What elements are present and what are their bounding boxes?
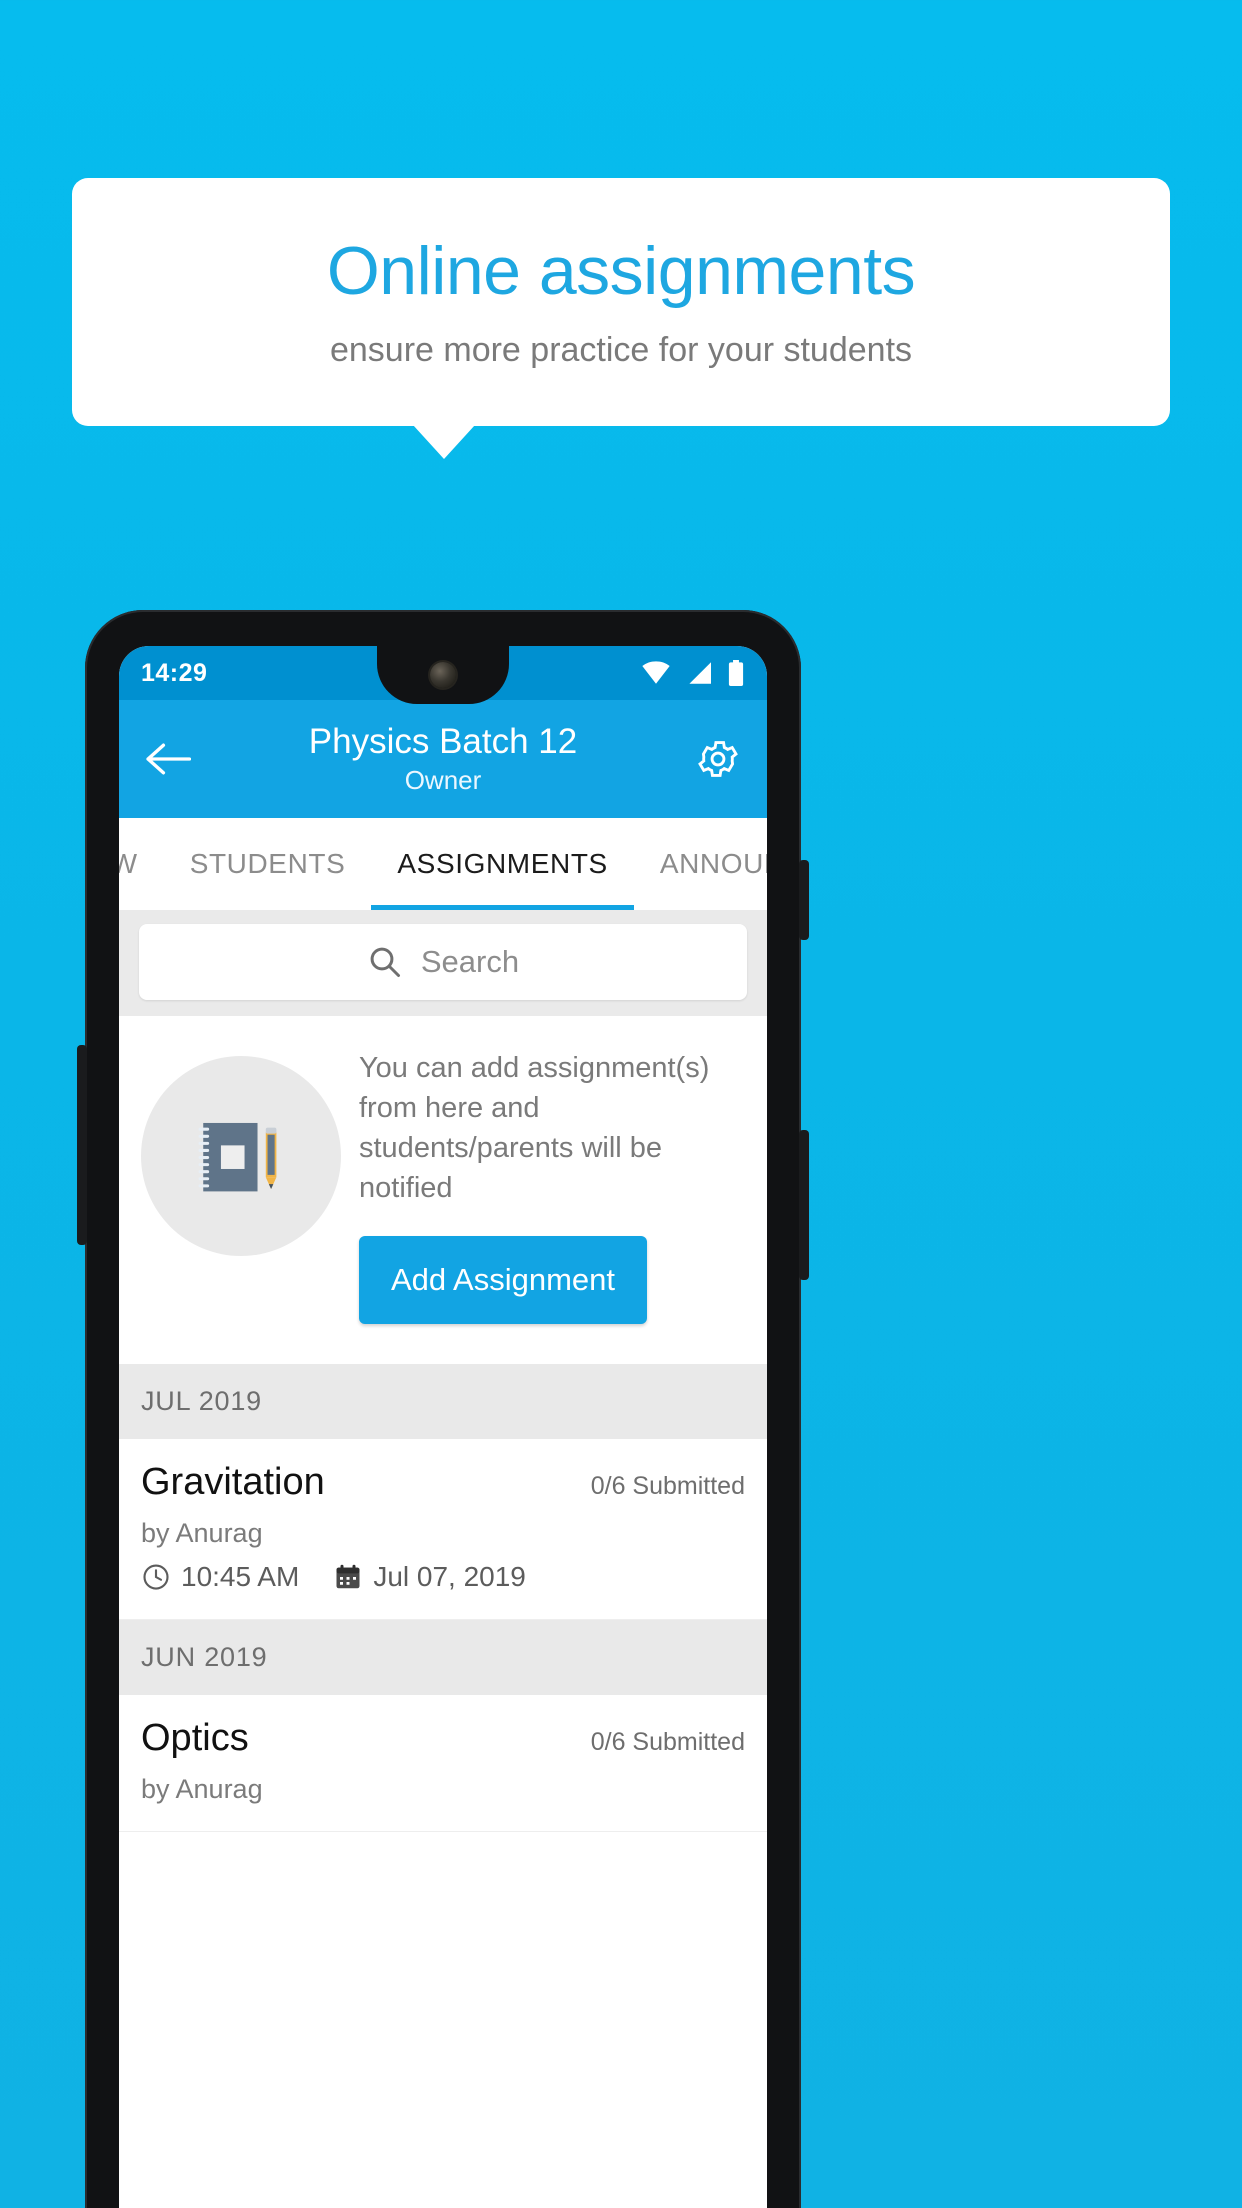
promo-subtitle: ensure more practice for your students [329,330,913,369]
add-assignment-button[interactable]: Add Assignment [359,1236,648,1325]
front-camera-icon [430,662,456,688]
table-row[interactable]: Optics 0/6 Submitted by Anurag [119,1695,767,1833]
assignment-author: by Anurag [141,1774,263,1805]
empty-state-message: You can add assignment(s) from here and … [359,1052,710,1205]
month-header-jul: JUL 2019 [119,1364,767,1440]
empty-state: You can add assignment(s) from here and … [119,1016,767,1365]
clock-icon [141,1562,171,1592]
assignment-meta: 10:45 AM Jul 07, 2019 [141,1561,745,1593]
assignment-title: Gravitation [141,1461,325,1504]
phone-notch [377,646,509,704]
tab-bar[interactable]: IEW STUDENTS ASSIGNMENTS ANNOUNCEMENTS [119,818,767,910]
search-section: Search [119,910,767,1016]
page-title: Physics Batch 12 [308,721,578,761]
tab-announcements[interactable]: ANNOUNCEMENTS [634,818,767,910]
search-input[interactable]: Search [139,924,747,1000]
wifi-icon [641,661,671,685]
promo-bubble-tail [413,425,475,459]
phone-power-button [799,860,809,940]
app-bar: Physics Batch 12 Owner [119,700,767,818]
signal-icon [685,661,713,685]
page-subtitle: Owner [404,765,482,796]
search-placeholder: Search [420,944,520,979]
month-header-jun: JUN 2019 [119,1620,767,1696]
tab-students[interactable]: STUDENTS [164,818,372,910]
phone-mockup: 14:29 Physics Batch 12 Owner W STUDENTS … [77,610,809,2208]
notebook-pencil-icon [182,1097,300,1215]
calendar-icon [333,1562,363,1592]
submission-status: 0/6 Submitted [590,1472,745,1501]
tab-assignments[interactable]: ASSIGNMENTS [371,818,635,910]
assignment-row-header: Optics 0/6 Submitted [141,1717,745,1760]
promo-bubble: Online assignments ensure more practice … [72,178,1170,426]
gear-icon[interactable] [695,736,741,782]
assignment-date: Jul 07, 2019 [373,1561,526,1593]
phone-side-button-left [77,1045,87,1245]
search-icon [367,944,403,980]
submission-status: 0/6 Submitted [590,1728,745,1757]
assignment-time: 10:45 AM [181,1561,300,1593]
tab-overview[interactable]: IEW [119,818,164,910]
empty-state-illustration [141,1056,341,1256]
status-bar-icons [641,660,745,686]
table-row[interactable]: Gravitation 0/6 Submitted by Anurag 10:4… [119,1439,767,1621]
phone-volume-button [799,1130,809,1280]
promo-title: Online assignments [326,233,916,310]
assignment-title: Optics [141,1717,249,1760]
phone-screen: 14:29 Physics Batch 12 Owner W STUDENTS … [119,646,767,2208]
app-bar-titles: Physics Batch 12 Owner [119,722,767,796]
assignment-row-header: Gravitation 0/6 Submitted [141,1461,745,1504]
assignment-author: by Anurag [141,1518,263,1549]
empty-state-content: You can add assignment(s) from here and … [359,1042,745,1325]
status-bar-time: 14:29 [141,658,208,687]
battery-icon [727,660,745,686]
back-arrow-icon[interactable] [145,742,192,776]
